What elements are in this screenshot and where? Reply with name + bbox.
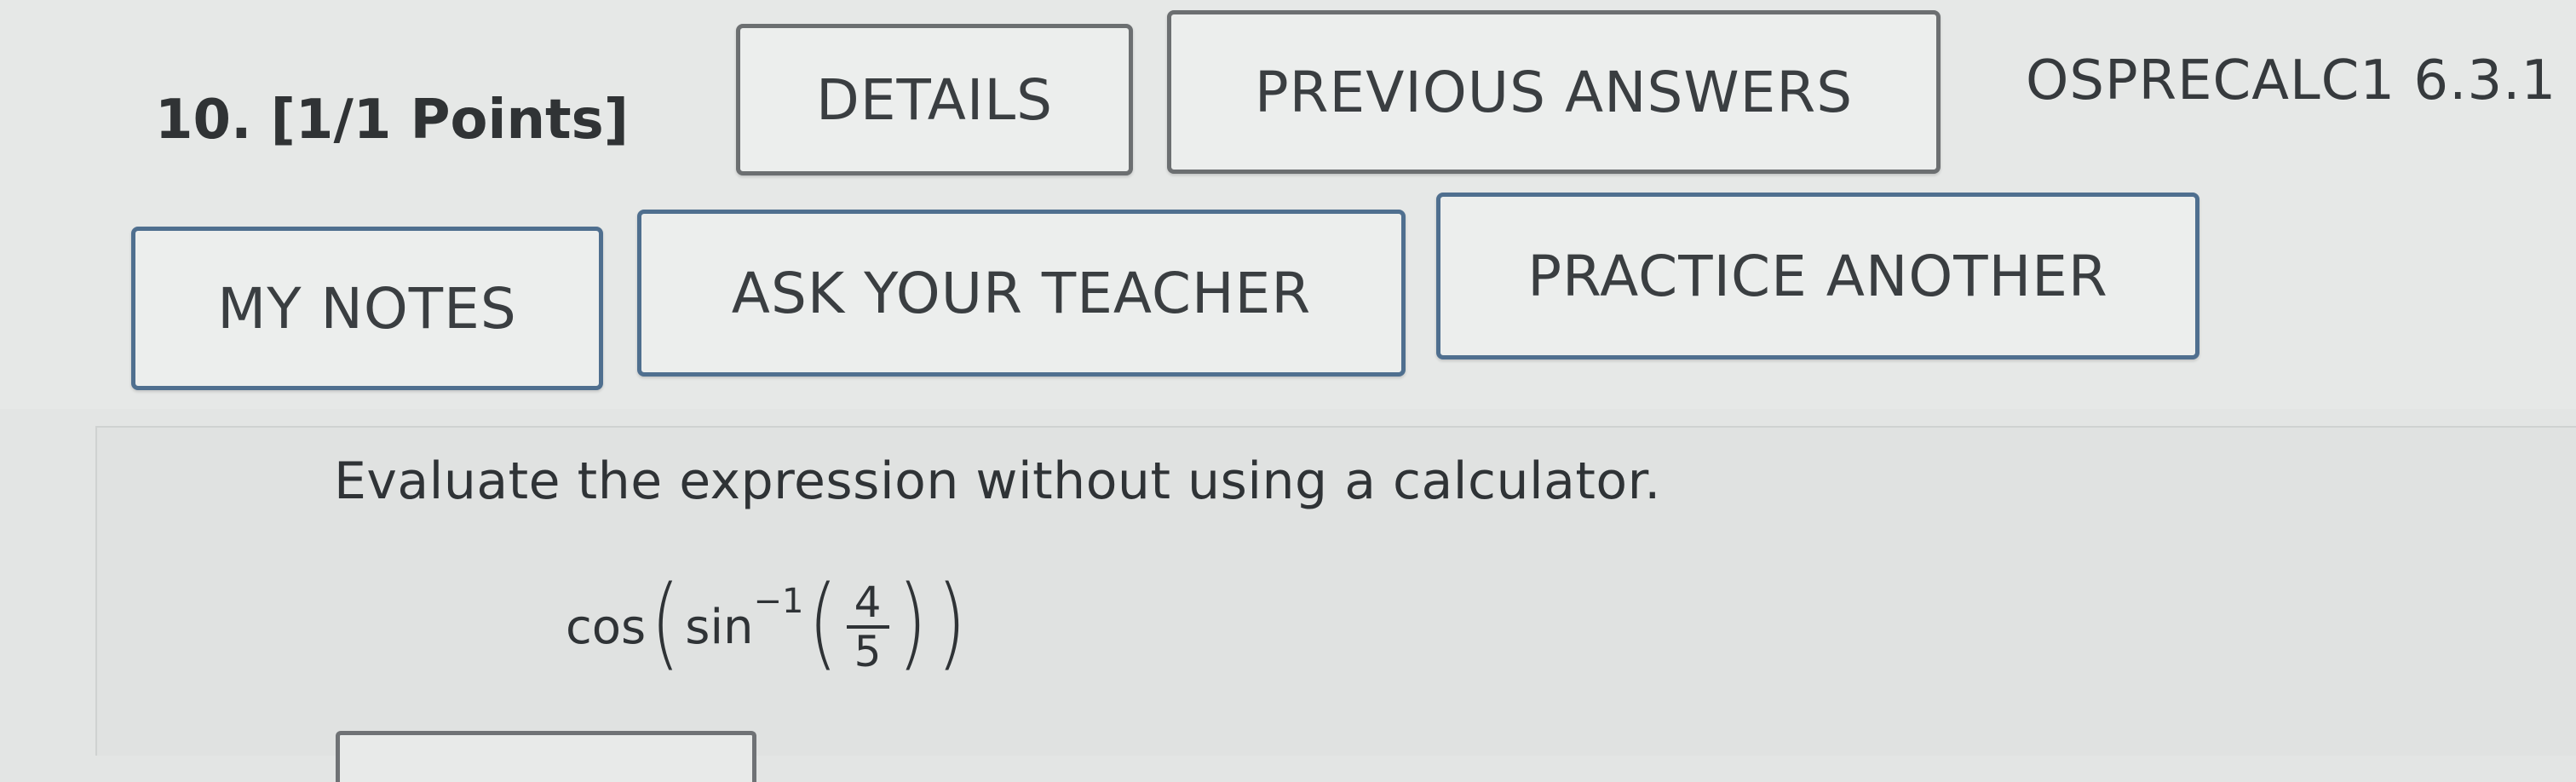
fraction-denominator: 5 <box>854 627 882 676</box>
math-expression: cos ( sin −1 ( 4 5 ) ) <box>566 572 971 676</box>
fraction: 4 5 <box>846 578 889 676</box>
assignment-code: OSPRECALC1 6.3.1 <box>2026 49 2557 112</box>
ask-your-teacher-button[interactable]: ASK YOUR TEACHER <box>637 210 1406 377</box>
inner-open-paren: ( <box>808 563 838 681</box>
my-notes-button[interactable]: MY NOTES <box>131 227 603 390</box>
inner-close-paren: ) <box>897 563 927 681</box>
outer-close-paren: ) <box>936 563 966 681</box>
previous-answers-button[interactable]: PREVIOUS ANSWERS <box>1167 10 1941 174</box>
outer-open-paren: ( <box>650 563 681 681</box>
practice-another-button[interactable]: PRACTICE ANOTHER <box>1436 193 2199 359</box>
details-button[interactable]: DETAILS <box>736 24 1133 175</box>
question-prompt: Evaluate the expression without using a … <box>334 451 1661 511</box>
answer-input[interactable] <box>336 731 756 782</box>
question-number-points: 10. [1/1 Points] <box>155 89 629 152</box>
fraction-numerator: 4 <box>854 578 882 627</box>
cos-function: cos <box>566 599 647 655</box>
inverse-exponent: −1 <box>753 582 804 621</box>
sin-function: sin <box>685 599 754 655</box>
